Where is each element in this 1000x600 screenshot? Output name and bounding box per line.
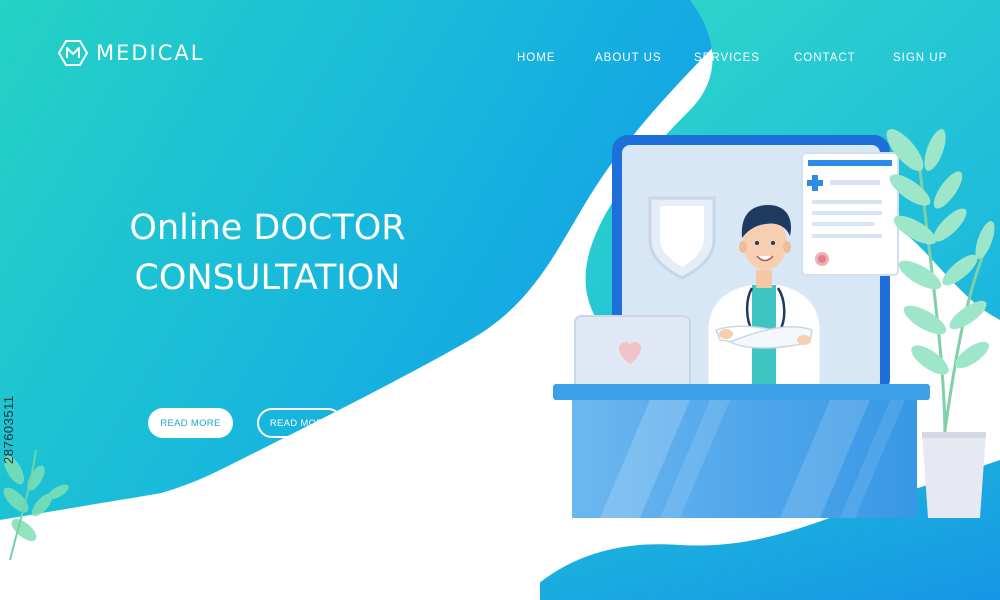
plant-pot: [922, 432, 986, 518]
medical-document-icon: [801, 152, 899, 276]
laptop-icon: [574, 315, 691, 389]
desk: [553, 384, 930, 518]
doctor-illustration: [553, 129, 995, 518]
